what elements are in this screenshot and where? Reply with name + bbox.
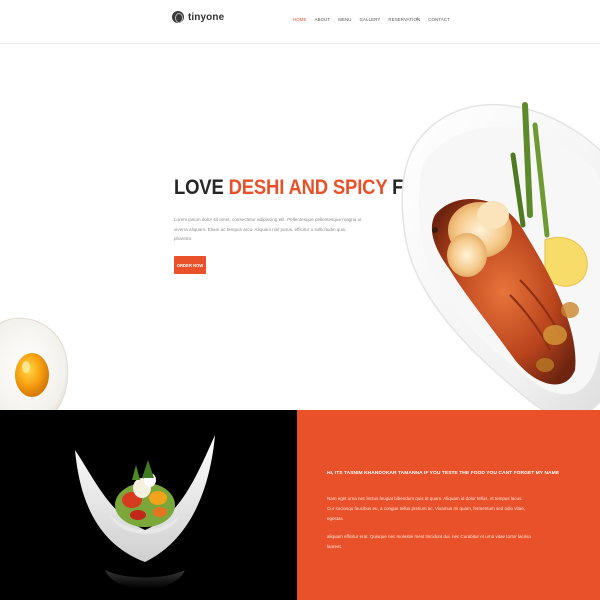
site-header: tinyone HOME ABOUT MENU GALLERY RESERVAT…: [0, 0, 600, 44]
logo[interactable]: tinyone: [172, 11, 224, 23]
nav-item-gallery[interactable]: GALLERY: [360, 17, 381, 22]
hero-title-accent: DESHI AND SPICY: [228, 176, 388, 199]
lobster-dish-image: [401, 102, 600, 410]
salad-dish-image: [75, 435, 215, 589]
main-nav: HOME ABOUT MENU GALLERY RESERVATION CONT…: [293, 17, 458, 22]
about-paragraph-2: aliquam efficitur erat. Quisque nec mole…: [327, 534, 531, 549]
nav-item-contact[interactable]: CONTACT: [428, 17, 450, 22]
dish-image-panel: [0, 410, 297, 600]
fried-egg-image: [0, 317, 69, 410]
search-icon[interactable]: ⌕: [416, 16, 419, 22]
hero-title-part1: LOVE: [174, 176, 229, 199]
hero-section: LOVE DESHI AND SPICY FOOD Lorem ipsum do…: [0, 45, 600, 410]
nav-item-about[interactable]: ABOUT: [315, 17, 331, 22]
hero-description: Lorem ipsum dolor sit amet, consectetur …: [174, 217, 362, 241]
nav-item-home[interactable]: HOME: [293, 17, 307, 22]
logo-text: tinyone: [188, 11, 225, 23]
about-section: HI, ITS TASNIM KHANDOKAR TAMANNA IF YOU …: [297, 410, 600, 600]
logo-mark-icon: [172, 11, 184, 23]
nav-item-menu[interactable]: MENU: [338, 17, 351, 22]
order-now-button[interactable]: ORDER NOW: [174, 256, 206, 274]
about-paragraph-1: Nam eget urna nec lectus feugiat bibendu…: [327, 496, 526, 521]
about-title: HI, ITS TASNIM KHANDOKAR TAMANNA IF YOU …: [327, 471, 560, 476]
